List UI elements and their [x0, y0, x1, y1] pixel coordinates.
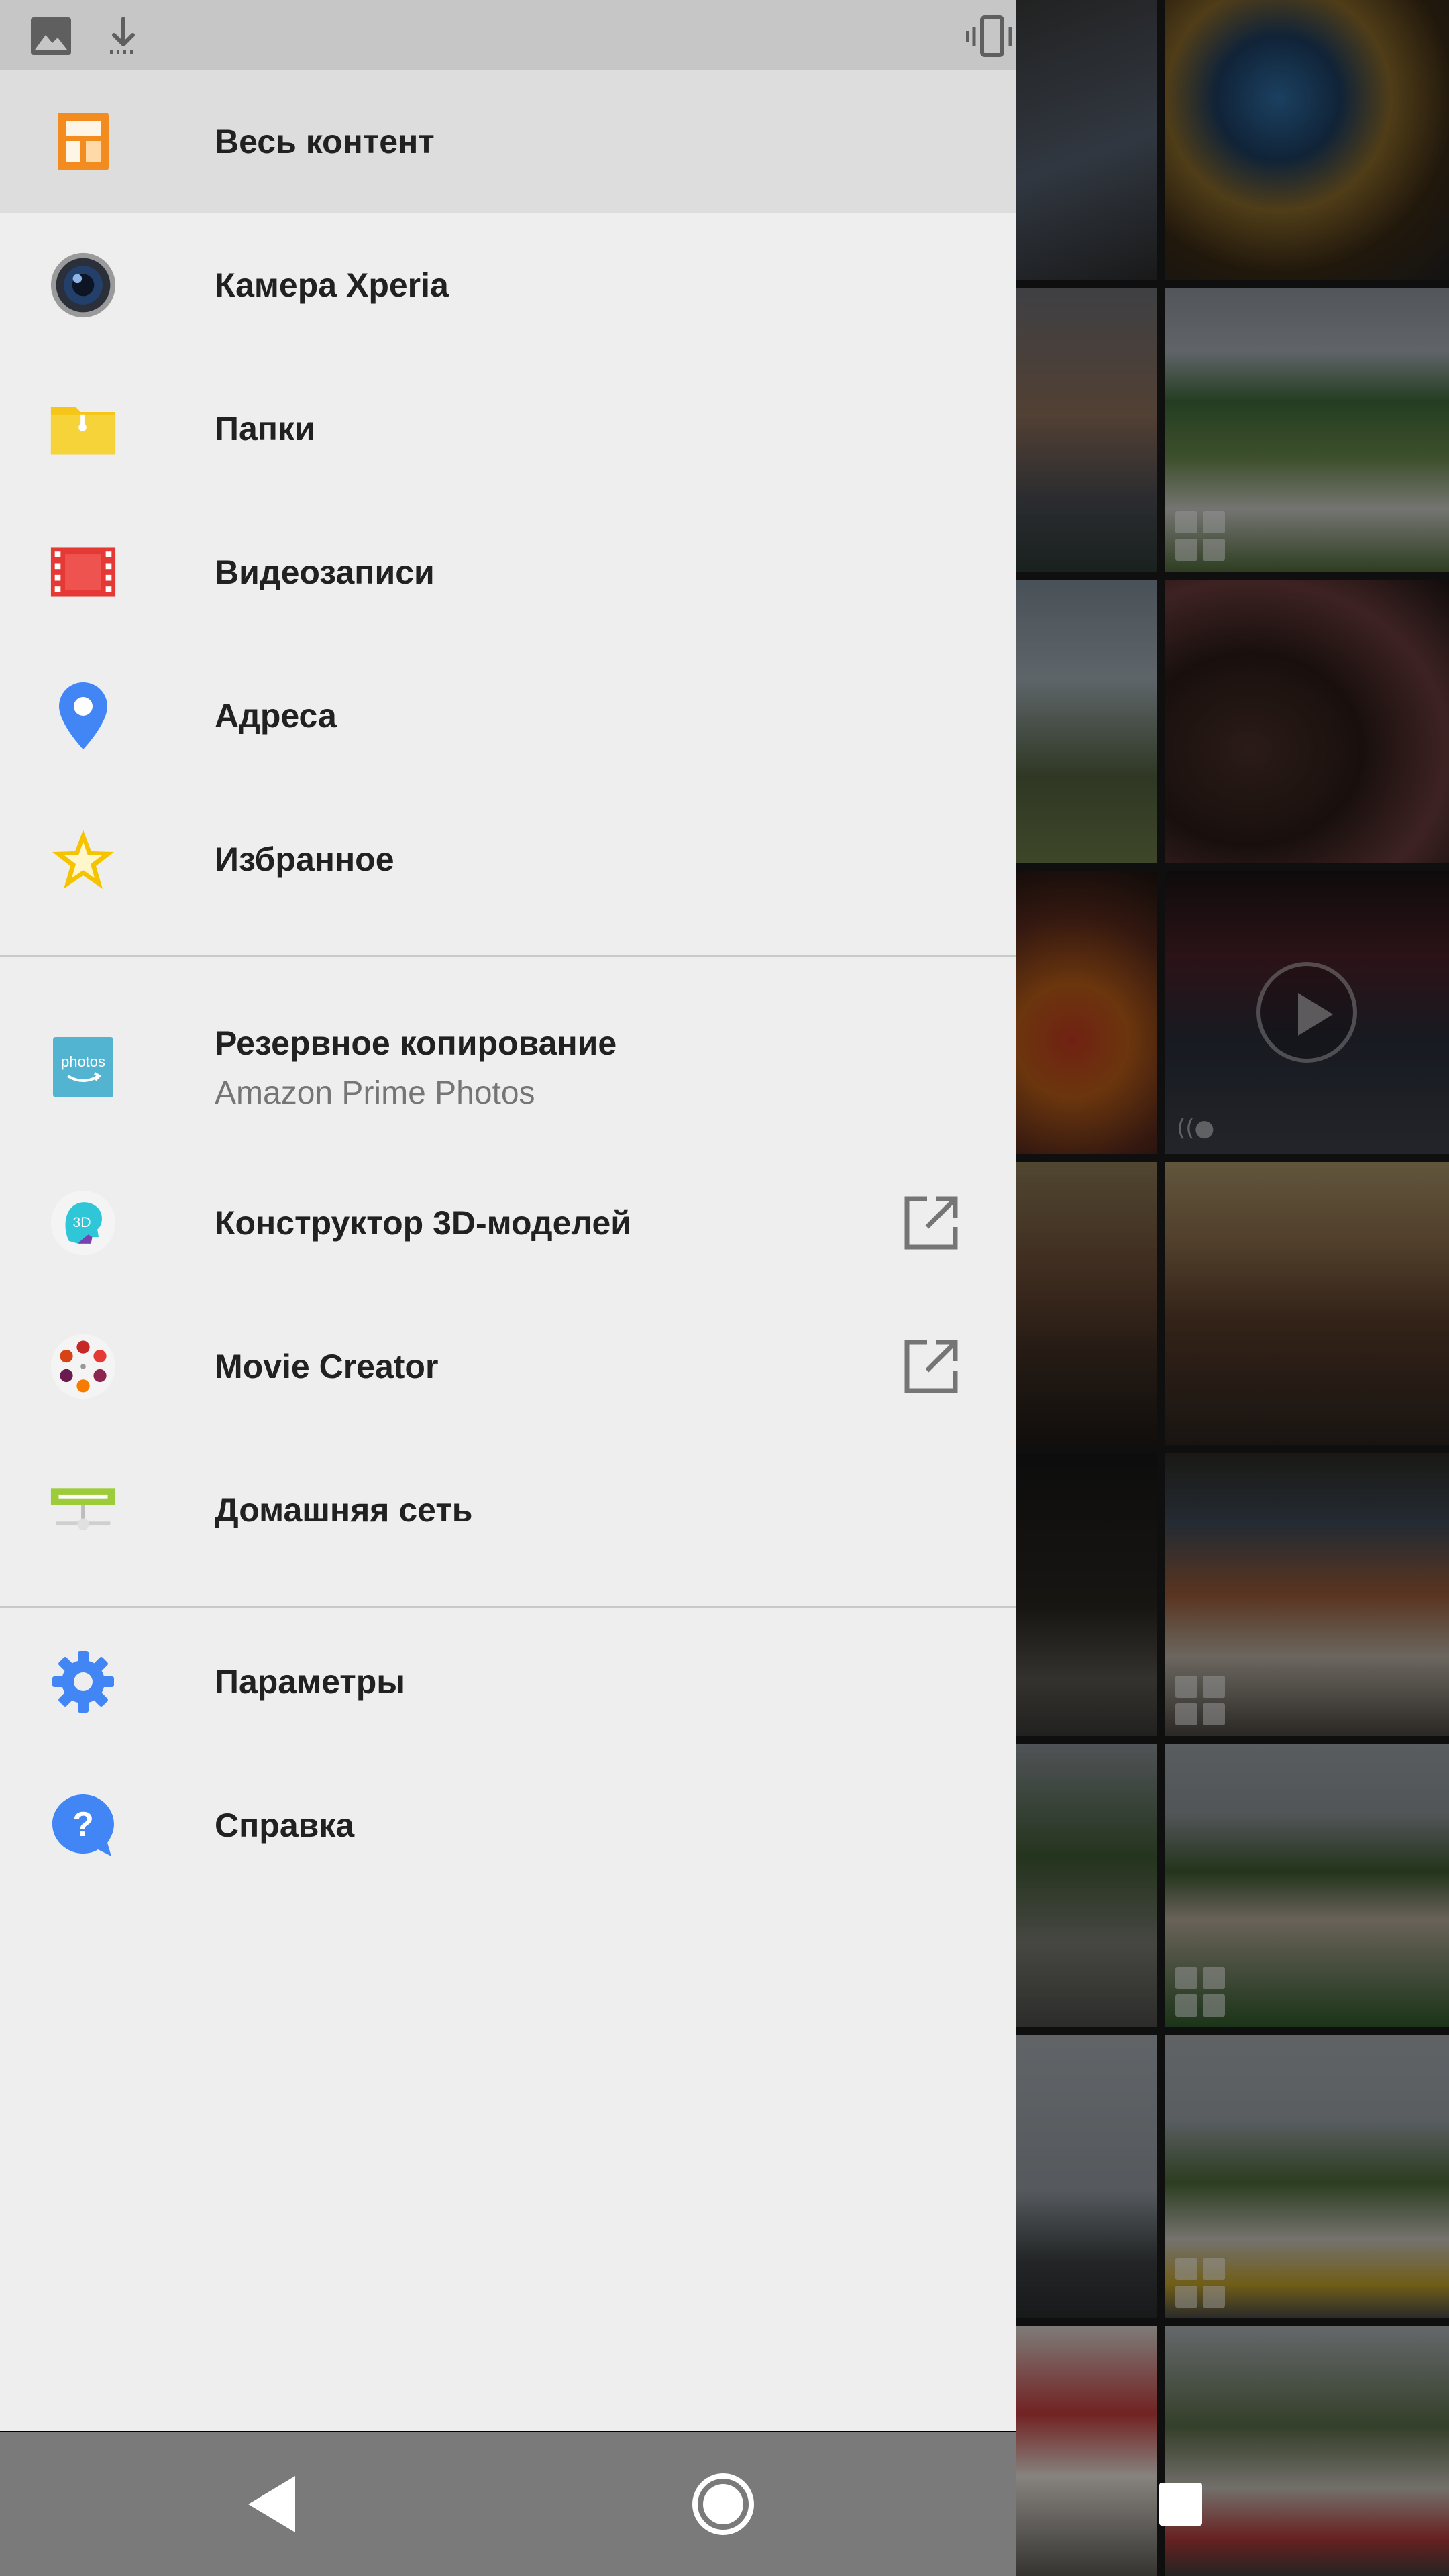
drawer-item-label: Папки — [215, 410, 315, 447]
divider — [0, 1606, 1016, 1608]
recents-button[interactable] — [1147, 2471, 1214, 2538]
drawer-item-3d-creator[interactable]: 3D Конструктор 3D-моделей — [0, 1151, 1016, 1295]
drawer-item-label: Параметры — [215, 1663, 405, 1701]
drawer-item-text: Резервное копирование Amazon Prime Photo… — [215, 1024, 616, 1112]
drawer-item-locations[interactable]: Адреса — [0, 644, 1016, 788]
drawer-item-settings[interactable]: Параметры — [0, 1610, 1016, 1754]
help-icon-text: ? — [72, 1805, 94, 1844]
folder-icon — [50, 395, 117, 462]
movie-creator-icon — [50, 1333, 117, 1400]
help-icon: ? — [50, 1792, 117, 1859]
drawer-item-label: Movie Creator — [215, 1348, 439, 1385]
navigation-drawer: Весь контент Камера Xperia Папки Видеоза… — [0, 70, 1016, 2431]
drawer-item-label: Домашняя сеть — [215, 1491, 473, 1529]
scrim[interactable] — [1016, 0, 1449, 2576]
drawer-item-label: Камера Xperia — [215, 266, 449, 304]
navigation-bar — [0, 2432, 1202, 2576]
drawer-item-label: Избранное — [215, 841, 394, 878]
download-icon — [110, 17, 137, 54]
amazon-photos-icon-text: photos — [61, 1053, 105, 1070]
drawer-item-label: Справка — [215, 1807, 355, 1844]
star-icon — [50, 826, 117, 893]
external-link-icon[interactable] — [903, 1195, 959, 1251]
drawer-item-backup[interactable]: photos Резервное копирование Amazon Prim… — [0, 983, 1016, 1151]
drawer-item-label: Видеозаписи — [215, 553, 435, 591]
home-network-icon — [50, 1477, 117, 1544]
screen: ((● Весь контент Камера Xperia Папки Вид… — [0, 0, 1449, 2576]
divider — [0, 955, 1016, 957]
drawer-item-favorites[interactable]: Избранное — [0, 788, 1016, 931]
drawer-item-label: Адреса — [215, 697, 337, 735]
map-pin-icon — [50, 682, 117, 749]
amazon-photos-icon: photos — [50, 1034, 117, 1101]
vibrate-icon — [966, 15, 1012, 57]
drawer-item-home-network[interactable]: Домашняя сеть — [0, 1438, 1016, 1582]
drawer-item-label: Резервное копирование — [215, 1024, 617, 1062]
external-link-icon[interactable] — [903, 1338, 959, 1395]
all-content-icon — [50, 108, 117, 175]
drawer-item-label: Конструктор 3D-моделей — [215, 1204, 632, 1242]
drawer-item-xperia-camera[interactable]: Камера Xperia — [0, 213, 1016, 357]
drawer-item-help[interactable]: ? Справка — [0, 1754, 1016, 1897]
camera-lens-icon — [50, 252, 117, 319]
film-icon — [50, 539, 117, 606]
drawer-item-movie-creator[interactable]: Movie Creator — [0, 1295, 1016, 1438]
gear-icon — [50, 1648, 117, 1715]
drawer-item-videos[interactable]: Видеозаписи — [0, 500, 1016, 644]
drawer-item-all-content[interactable]: Весь контент — [0, 70, 1016, 213]
back-button[interactable] — [239, 2471, 306, 2538]
3d-creator-icon-text: 3D — [73, 1215, 91, 1230]
3d-creator-icon: 3D — [50, 1189, 117, 1256]
drawer-item-label: Весь контент — [215, 123, 435, 160]
home-button[interactable] — [690, 2471, 757, 2538]
drawer-item-folders[interactable]: Папки — [0, 357, 1016, 500]
drawer-item-sublabel: Amazon Prime Photos — [215, 1075, 535, 1111]
status-bar — [0, 0, 1016, 70]
image-icon — [31, 17, 71, 55]
